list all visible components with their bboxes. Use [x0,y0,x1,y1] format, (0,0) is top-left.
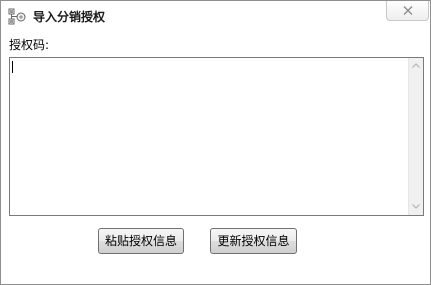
vertical-scrollbar[interactable] [408,58,423,215]
close-button[interactable] [386,1,429,21]
text-caret [12,61,13,73]
dialog-title: 导入分销授权 [33,10,106,24]
chevron-up-icon [412,63,420,68]
update-license-button[interactable]: 更新授权信息 [210,228,297,254]
license-code-label: 授权码: [9,38,50,52]
import-license-dialog: 导入分销授权 授权码: 粘贴授权信息 更新授权信息 [0,0,431,285]
close-icon [403,6,413,15]
title-bar: 导入分销授权 [1,1,430,33]
scroll-down-button[interactable] [409,200,423,214]
license-code-input[interactable] [10,58,408,215]
chevron-down-icon [412,204,420,209]
paste-license-button[interactable]: 粘贴授权信息 [98,228,184,254]
license-code-field[interactable] [9,57,424,216]
scroll-up-button[interactable] [409,59,423,73]
network-icon [7,7,27,27]
